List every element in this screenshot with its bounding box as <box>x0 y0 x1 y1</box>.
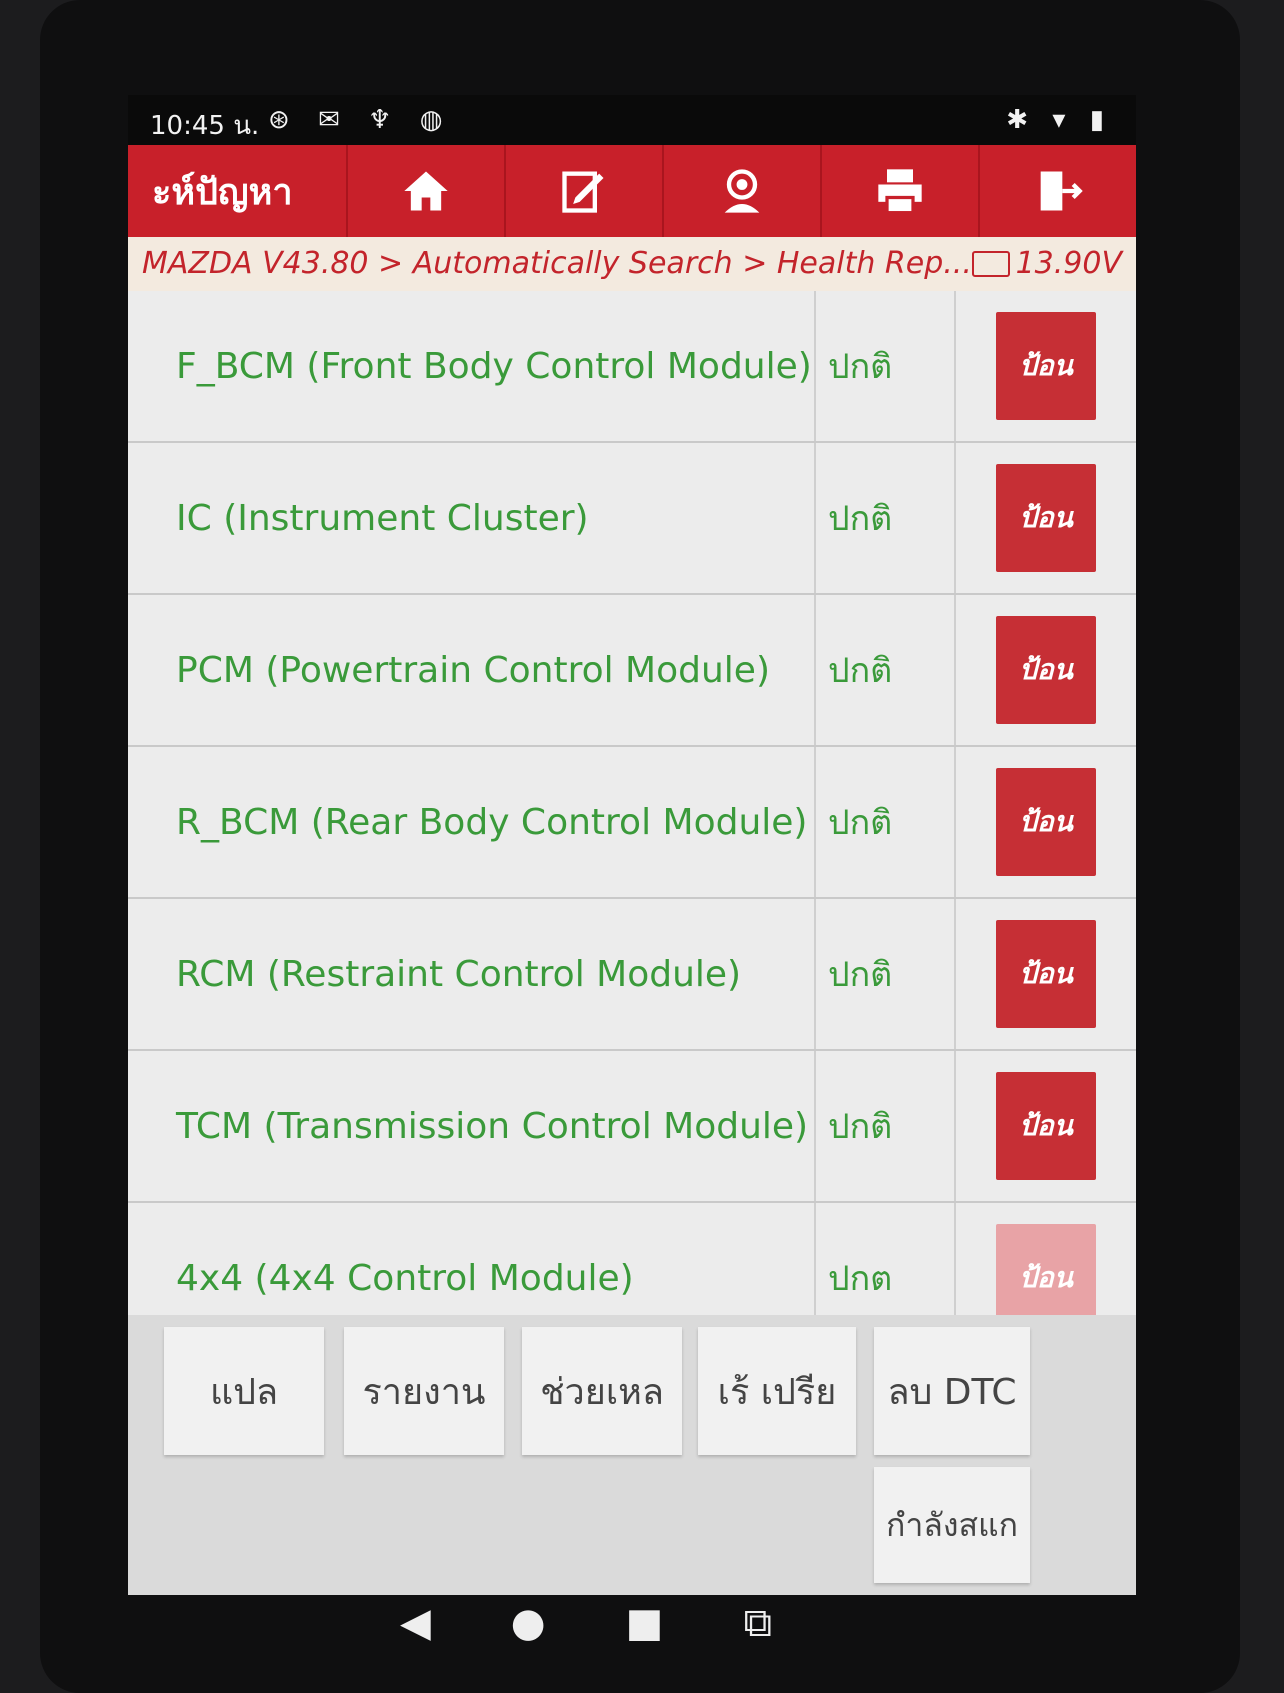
module-status: ปกติ <box>816 443 956 593</box>
module-action-cell: ป้อน <box>956 747 1136 897</box>
support-icon <box>724 169 760 213</box>
stethoscope-icon: ♆ <box>368 105 402 135</box>
edit-icon <box>562 171 604 213</box>
module-status: ปกติ <box>816 747 956 897</box>
list-item: RCM (Restraint Control Module) ปกติ ป้อน <box>128 899 1136 1051</box>
android-nav-bar: ◀ ● ■ ⧉ <box>400 1600 772 1646</box>
globe-icon: ◍ <box>419 105 453 135</box>
print-button[interactable] <box>820 145 978 237</box>
module-name: F_BCM (Front Body Control Module) <box>128 291 816 441</box>
breadcrumb: MAZDA V43.80 > Automatically Search > He… <box>128 237 1136 291</box>
scanning-button[interactable]: กำลังสแก <box>874 1467 1030 1583</box>
module-name: IC (Instrument Cluster) <box>128 443 816 593</box>
enter-button[interactable]: ป้อน <box>996 464 1096 572</box>
module-name: R_BCM (Rear Body Control Module) <box>128 747 816 897</box>
module-action-cell: ป้อน <box>956 291 1136 441</box>
module-action-cell: ป้อน <box>956 595 1136 745</box>
enter-button[interactable]: ป้อน <box>996 616 1096 724</box>
top-toolbar: ะห์ปัญหา <box>128 145 1136 237</box>
list-item: TCM (Transmission Control Module) ปกติ ป… <box>128 1051 1136 1203</box>
status-bar: 10:45 น. ⊛ ✉ ♆ ◍ ✱ ▾ ▮ <box>128 95 1136 145</box>
report-button[interactable]: รายงาน <box>344 1327 504 1455</box>
car-battery-icon <box>971 250 1010 277</box>
recents-icon[interactable]: ■ <box>626 1600 664 1646</box>
module-action-cell: ป้อน <box>956 899 1136 1049</box>
home-circle-icon[interactable]: ● <box>511 1600 546 1646</box>
list-item: F_BCM (Front Body Control Module) ปกติ ป… <box>128 291 1136 443</box>
module-action-cell: ป้อน <box>956 443 1136 593</box>
breadcrumb-path: MAZDA V43.80 > Automatically Search > He… <box>142 246 972 281</box>
edit-button[interactable] <box>504 145 662 237</box>
back-icon[interactable]: ◀ <box>400 1600 431 1646</box>
voltage-value: 13.90V <box>1015 246 1122 281</box>
enter-button[interactable]: ป้อน <box>996 312 1096 420</box>
enter-button[interactable]: ป้อน <box>996 920 1096 1028</box>
list-item: R_BCM (Rear Body Control Module) ปกติ ป้… <box>128 747 1136 899</box>
bottom-action-bar: แปล รายงาน ช่วยเหล เร้ เปรีย ลบ DTC กำลั… <box>128 1315 1136 1595</box>
list-item: PCM (Powertrain Control Module) ปกติ ป้อ… <box>128 595 1136 747</box>
module-list: F_BCM (Front Body Control Module) ปกติ ป… <box>128 291 1136 1355</box>
module-action-cell: ป้อน <box>956 1051 1136 1201</box>
mail-icon: ✉ <box>318 105 350 135</box>
module-name: TCM (Transmission Control Module) <box>128 1051 816 1201</box>
module-status: ปกติ <box>816 291 956 441</box>
print-icon <box>878 169 922 215</box>
clear-dtc-button[interactable]: ลบ DTC <box>874 1327 1030 1455</box>
compare-button[interactable]: เร้ เปรีย <box>698 1327 856 1455</box>
battery-icon: ▮ <box>1089 105 1112 135</box>
device-screen: 10:45 น. ⊛ ✉ ♆ ◍ ✱ ▾ ▮ ะห์ปัญหา MAZDA V4… <box>128 95 1136 1595</box>
module-status: ปกติ <box>816 595 956 745</box>
list-item: IC (Instrument Cluster) ปกติ ป้อน <box>128 443 1136 595</box>
status-time: 10:45 น. <box>150 111 260 141</box>
module-name: RCM (Restraint Control Module) <box>128 899 816 1049</box>
enter-button[interactable]: ป้อน <box>996 768 1096 876</box>
exit-button[interactable] <box>978 145 1136 237</box>
module-status: ปกติ <box>816 899 956 1049</box>
voltage-indicator: 13.90V <box>971 246 1122 281</box>
help-button[interactable]: ช่วยเหล <box>522 1327 682 1455</box>
module-name: PCM (Powertrain Control Module) <box>128 595 816 745</box>
home-icon <box>404 171 448 211</box>
page-title: ะห์ปัญหา <box>152 171 293 213</box>
notification-icon: ⊛ <box>268 105 300 135</box>
support-button[interactable] <box>662 145 820 237</box>
wifi-icon: ▾ <box>1052 105 1074 135</box>
module-status: ปกติ <box>816 1051 956 1201</box>
status-right-icons: ✱ ▾ ▮ <box>1006 105 1112 135</box>
translate-button[interactable]: แปล <box>164 1327 324 1455</box>
screenshot-icon[interactable]: ⧉ <box>743 1600 772 1646</box>
exit-icon <box>1040 171 1083 211</box>
status-left-icons: ⊛ ✉ ♆ ◍ <box>268 105 452 135</box>
enter-button[interactable]: ป้อน <box>996 1072 1096 1180</box>
home-button[interactable] <box>346 145 504 237</box>
bluetooth-icon: ✱ <box>1006 105 1037 135</box>
